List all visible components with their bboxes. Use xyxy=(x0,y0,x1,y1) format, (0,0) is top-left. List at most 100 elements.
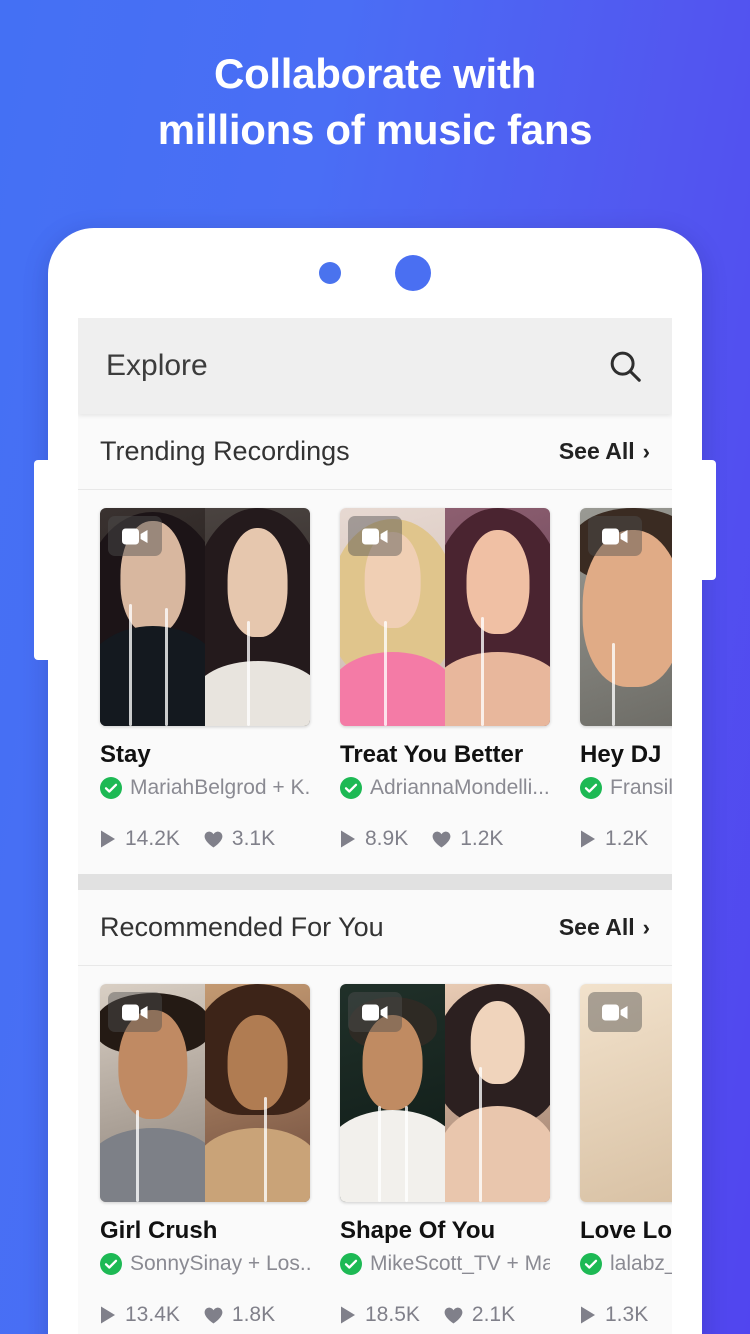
like-count-value: 2.1K xyxy=(471,1303,516,1326)
section-title: Trending Recordings xyxy=(100,436,350,466)
card-row-recommended: Girl Crush SonnySinay + Los... 13.4K 1.8… xyxy=(78,966,672,1332)
recording-title: Hey DJ xyxy=(580,741,662,768)
verified-badge-icon xyxy=(580,777,602,799)
recording-artist-row: MikeScott_TV + Ma... xyxy=(340,1252,550,1276)
phone-left-button xyxy=(34,460,52,660)
recording-artist-row: AdriannaMondelli... xyxy=(340,776,550,800)
recording-stats: 13.4K 1.8K xyxy=(100,1298,310,1332)
card-row-trending: Stay MariahBelgrod + K... 14.2K 3.1K Tre… xyxy=(78,490,672,856)
like-count-value: 3.1K xyxy=(231,827,276,850)
verified-badge-icon xyxy=(100,777,122,799)
recording-artist-row: Fransil... xyxy=(580,776,672,800)
play-icon xyxy=(101,830,115,848)
recording-thumbnail[interactable] xyxy=(100,508,310,726)
play-icon xyxy=(581,1306,595,1324)
recording-card[interactable]: Stay MariahBelgrod + K... 14.2K 3.1K xyxy=(100,508,310,856)
section-title: Recommended For You xyxy=(100,912,384,942)
play-count: 1.3K xyxy=(580,1303,648,1327)
camera-dot-icon xyxy=(319,262,341,284)
section-separator xyxy=(78,874,672,890)
play-icon xyxy=(341,830,355,848)
play-count: 18.5K xyxy=(340,1303,420,1327)
recording-title: Stay xyxy=(100,741,151,768)
headline-line-2: millions of music fans xyxy=(157,106,593,153)
like-count-value: 1.8K xyxy=(231,1303,276,1326)
see-all-link-trending[interactable]: See All › xyxy=(559,438,650,465)
phone-top-sensors xyxy=(48,228,702,318)
recording-artist: MariahBelgrod + K... xyxy=(130,776,310,799)
see-all-label: See All xyxy=(558,438,635,464)
duet-half-right xyxy=(205,508,310,726)
recording-artist: lalabz_ xyxy=(610,1252,672,1275)
chevron-right-icon: › xyxy=(642,914,650,940)
recording-title: Girl Crush xyxy=(100,1217,218,1244)
duet-half-right xyxy=(445,984,550,1202)
recording-thumbnail[interactable] xyxy=(100,984,310,1202)
recording-stats: 18.5K 2.1K xyxy=(340,1298,550,1332)
recording-stats: 1.2K xyxy=(580,822,672,856)
see-all-label: See All xyxy=(558,914,635,940)
recording-artist: Fransil... xyxy=(610,776,672,799)
verified-badge-icon xyxy=(340,777,362,799)
video-camera-icon xyxy=(108,516,162,556)
recording-title: Shape Of You xyxy=(340,1217,496,1244)
search-icon[interactable] xyxy=(606,347,644,385)
section-recommended: Recommended For You See All › Girl Crush… xyxy=(78,890,672,1332)
like-count: 3.1K xyxy=(204,827,275,851)
play-icon xyxy=(341,1306,355,1324)
video-camera-icon xyxy=(108,992,162,1032)
phone-right-button xyxy=(698,460,716,580)
play-count: 13.4K xyxy=(100,1303,180,1327)
chevron-right-icon: › xyxy=(642,438,650,464)
recording-card[interactable]: Shape Of You MikeScott_TV + Ma... xyxy=(340,984,550,1332)
recording-artist-row: lalabz_ xyxy=(580,1252,672,1276)
recording-stats: 8.9K 1.2K xyxy=(340,822,550,856)
recording-thumbnail[interactable] xyxy=(340,984,550,1202)
play-count-value: 14.2K xyxy=(125,827,180,850)
section-header: Recommended For You See All › xyxy=(78,890,672,966)
recording-card[interactable]: Hey DJ Fransil... xyxy=(580,508,672,856)
play-count-value: 1.2K xyxy=(605,827,649,850)
heart-icon xyxy=(444,1307,463,1323)
like-count: 1.2K xyxy=(432,827,503,851)
duet-half-right xyxy=(445,508,550,726)
like-count: 1.8K xyxy=(204,1303,275,1327)
speaker-dot-icon xyxy=(395,255,431,291)
recording-artist-row: SonnySinay + Los... xyxy=(100,1252,310,1276)
like-count: 2.1K xyxy=(444,1303,515,1327)
recording-title: Treat You Better xyxy=(340,741,524,768)
video-camera-icon xyxy=(348,516,402,556)
play-count: 14.2K xyxy=(100,827,180,851)
recording-card[interactable]: Love Lov lalabz_ xyxy=(580,984,672,1332)
recording-stats: 14.2K 3.1K xyxy=(100,822,310,856)
heart-icon xyxy=(204,1307,223,1323)
verified-badge-icon xyxy=(580,1253,602,1275)
heart-icon xyxy=(432,831,451,847)
heart-icon xyxy=(204,831,223,847)
play-count-value: 13.4K xyxy=(125,1303,180,1326)
recording-card[interactable]: Treat You Better AdriannaMondelli... 8.9… xyxy=(340,508,550,856)
recording-thumbnail[interactable] xyxy=(340,508,550,726)
video-camera-icon xyxy=(588,992,642,1032)
recording-title: Love Lov xyxy=(580,1217,672,1244)
recording-thumbnail[interactable] xyxy=(580,984,672,1202)
see-all-link-recommended[interactable]: See All › xyxy=(559,914,650,941)
play-icon xyxy=(101,1306,115,1324)
verified-badge-icon xyxy=(100,1253,122,1275)
play-count-value: 8.9K xyxy=(365,827,409,850)
headline-line-1: Collaborate with xyxy=(214,50,536,97)
video-camera-icon xyxy=(348,992,402,1032)
verified-badge-icon xyxy=(340,1253,362,1275)
like-count-value: 1.2K xyxy=(460,827,504,850)
recording-stats: 1.3K xyxy=(580,1298,672,1332)
section-trending: Trending Recordings See All › Stay Maria… xyxy=(78,414,672,890)
play-count-value: 18.5K xyxy=(365,1303,420,1326)
recording-artist: MikeScott_TV + Ma... xyxy=(370,1252,550,1275)
video-camera-icon xyxy=(588,516,642,556)
phone-mockup: Explore Trending Recordings See All › St… xyxy=(34,228,716,1334)
recording-artist: AdriannaMondelli... xyxy=(370,776,550,799)
recording-card[interactable]: Girl Crush SonnySinay + Los... 13.4K 1.8… xyxy=(100,984,310,1332)
section-header: Trending Recordings See All › xyxy=(78,414,672,490)
recording-artist-row: MariahBelgrod + K... xyxy=(100,776,310,800)
recording-thumbnail[interactable] xyxy=(580,508,672,726)
